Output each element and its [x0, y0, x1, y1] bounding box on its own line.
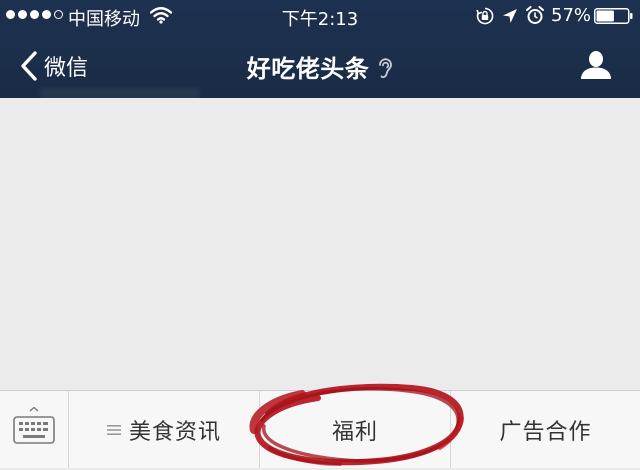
person-icon: [581, 51, 611, 79]
battery-percentage: 57%: [551, 5, 592, 26]
signal-dot: [42, 10, 51, 19]
header: 中国移动 下午2:13 57% 微信 好吃佬头条: [0, 0, 640, 98]
menu-item-ad-cooperation[interactable]: 广告合作: [451, 391, 640, 468]
status-bar: 中国移动 下午2:13 57%: [0, 0, 640, 32]
menu-item-label: 广告合作: [499, 419, 592, 445]
page-title: 好吃佬头条: [246, 54, 370, 83]
menu-item-label: 福利: [331, 419, 378, 445]
nav-title-group: 好吃佬头条: [0, 46, 640, 86]
alarm-clock-icon: [526, 6, 544, 24]
profile-button[interactable]: [578, 50, 614, 80]
chat-content-area: [0, 98, 640, 390]
signal-dot-empty: [54, 10, 63, 19]
back-label: 微信: [44, 56, 89, 81]
signal-strength-icon: [6, 10, 63, 19]
back-chevron-icon: [21, 51, 37, 81]
signal-dot: [18, 10, 27, 19]
battery-icon: [594, 8, 633, 24]
menu-item-welfare[interactable]: 福利: [260, 391, 450, 468]
keyboard-icon: [13, 407, 55, 444]
bottom-menu-bar: 美食资讯 福利 广告合作: [0, 390, 640, 468]
back-button[interactable]: 微信: [20, 46, 88, 86]
signal-dot: [30, 10, 39, 19]
navigation-bar: 微信 好吃佬头条: [0, 32, 640, 98]
rotation-lock-icon: [476, 7, 494, 25]
signal-dot: [6, 10, 15, 19]
ear-icon: [379, 58, 393, 78]
menu-item-food-news[interactable]: 美食资讯: [69, 391, 259, 468]
location-arrow-icon: [503, 9, 517, 23]
wifi-icon: [150, 7, 172, 24]
carrier-name: 中国移动: [68, 9, 140, 30]
keyboard-toggle-button[interactable]: [0, 391, 68, 468]
submenu-lines-icon: [106, 424, 121, 435]
menu-item-label: 美食资讯: [128, 419, 221, 445]
